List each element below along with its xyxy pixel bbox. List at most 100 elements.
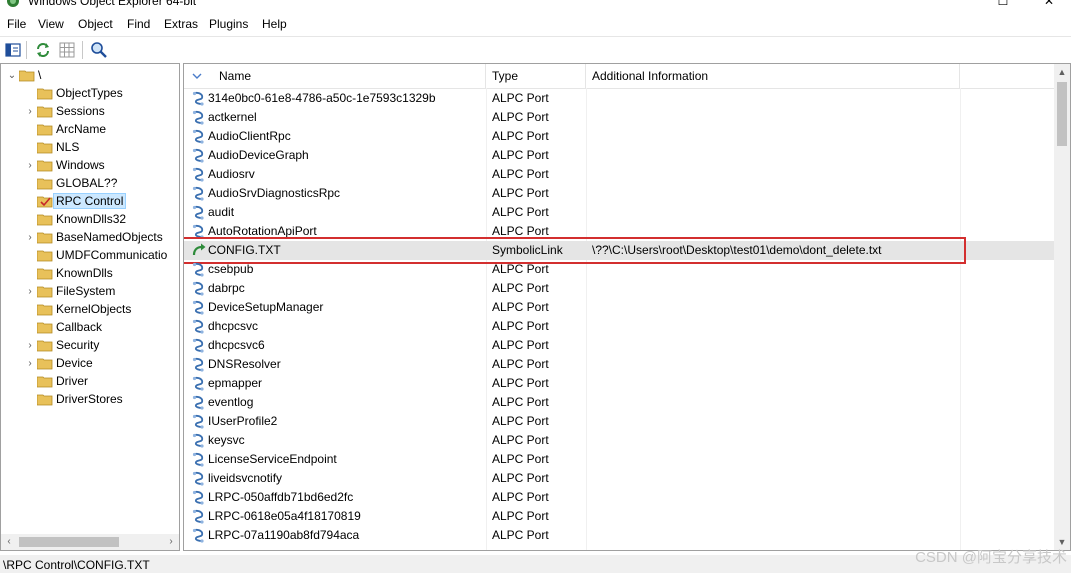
folder-open-icon: [19, 70, 35, 82]
tree-item-label: ObjectTypes: [56, 86, 123, 100]
grid-view-icon[interactable]: [58, 41, 76, 59]
folder-icon: [37, 394, 53, 406]
row-name: eventlog: [208, 395, 254, 409]
table-row[interactable]: liveidsvcnotify ALPC Port: [184, 469, 1056, 488]
tree-item-label: GLOBAL??: [56, 176, 118, 190]
toolbar-separator: [82, 41, 83, 59]
row-type: ALPC Port: [492, 357, 549, 371]
refresh-icon[interactable]: [34, 41, 52, 59]
tree-item-label: Device: [56, 356, 93, 370]
object-list[interactable]: Name Type Additional Information 314e0bc…: [183, 63, 1071, 551]
table-row[interactable]: AudioClientRpc ALPC Port: [184, 127, 1056, 146]
table-row[interactable]: LRPC-050affdb71bd6ed2fc ALPC Port: [184, 488, 1056, 507]
scroll-up-icon[interactable]: ▲: [1054, 64, 1070, 80]
menu-object[interactable]: Object: [78, 17, 113, 31]
menu-view[interactable]: View: [38, 17, 64, 31]
row-type: ALPC Port: [492, 509, 549, 523]
column-type[interactable]: Type: [486, 64, 586, 88]
menu-extras[interactable]: Extras: [164, 17, 198, 31]
tree-item-label: FileSystem: [56, 284, 116, 298]
expand-chevron-icon[interactable]: ›: [25, 232, 35, 244]
maximize-button[interactable]: ☐: [983, 0, 1023, 8]
status-bar: \RPC Control\CONFIG.TXT: [0, 555, 1071, 573]
tree-item-label: KernelObjects: [56, 302, 132, 316]
tree-item-label: Sessions: [56, 104, 105, 118]
table-row[interactable]: epmapper ALPC Port: [184, 374, 1056, 393]
row-name: LRPC-0618e05a4f18170819: [208, 509, 361, 523]
table-row[interactable]: actkernel ALPC Port: [184, 108, 1056, 127]
tree-root-label: \: [38, 68, 42, 82]
row-name: IUserProfile2: [208, 414, 278, 428]
table-row[interactable]: csebpub ALPC Port: [184, 260, 1056, 279]
row-type: ALPC Port: [492, 338, 549, 352]
folder-icon: [37, 340, 53, 352]
table-row[interactable]: AudioDeviceGraph ALPC Port: [184, 146, 1056, 165]
table-row[interactable]: dhcpcsvc ALPC Port: [184, 317, 1056, 336]
scroll-left-icon[interactable]: ‹: [1, 534, 17, 550]
expand-chevron-icon[interactable]: ›: [25, 160, 35, 172]
alpc-port-icon: [192, 186, 204, 201]
collapse-chevron-icon[interactable]: ⌄: [7, 70, 17, 82]
row-type: ALPC Port: [492, 452, 549, 466]
row-type: ALPC Port: [492, 224, 549, 238]
alpc-port-icon: [192, 338, 204, 353]
properties-icon[interactable]: [4, 41, 22, 59]
row-type: ALPC Port: [492, 262, 549, 276]
expand-chevron-icon[interactable]: ›: [25, 106, 35, 118]
table-row[interactable]: dabrpc ALPC Port: [184, 279, 1056, 298]
row-name: DNSResolver: [208, 357, 281, 371]
row-type: ALPC Port: [492, 91, 549, 105]
title-bar: Windows Object Explorer 64-bit ☐ ✕: [0, 0, 1071, 13]
tree-item-label: DriverStores: [56, 392, 123, 406]
row-type: ALPC Port: [492, 281, 549, 295]
table-row[interactable]: 314e0bc0-61e8-4786-a50c-1e7593c1329b ALPC…: [184, 89, 1056, 108]
tree-item-label: NLS: [56, 140, 80, 154]
table-row[interactable]: keysvc ALPC Port: [184, 431, 1056, 450]
table-row[interactable]: LRPC-0618e05a4f18170819 ALPC Port: [184, 507, 1056, 526]
column-additional-information[interactable]: Additional Information: [586, 64, 960, 88]
close-button[interactable]: ✕: [1029, 0, 1069, 8]
alpc-port-icon: [192, 129, 204, 144]
table-row[interactable]: AudioSrvDiagnosticsRpc ALPC Port: [184, 184, 1056, 203]
alpc-port-icon: [192, 395, 204, 410]
table-row[interactable]: IUserProfile2 ALPC Port: [184, 412, 1056, 431]
list-header: Name Type Additional Information: [184, 64, 1056, 89]
menu-help[interactable]: Help: [262, 17, 287, 31]
object-tree[interactable]: ⌄ \ ObjectTypes › Sessions ArcName NLS › Windo…: [0, 63, 180, 551]
table-row[interactable]: Audiosrv ALPC Port: [184, 165, 1056, 184]
tree-item-label: ArcName: [56, 122, 107, 136]
scroll-thumb[interactable]: [1057, 82, 1067, 146]
folder-icon: [37, 178, 53, 190]
table-row[interactable]: dhcpcsvc6 ALPC Port: [184, 336, 1056, 355]
expand-chevron-icon[interactable]: ›: [25, 340, 35, 352]
toolbar-separator: [26, 41, 27, 59]
sort-arrow-icon: [192, 73, 202, 79]
row-name: LRPC-050affdb71bd6ed2fc: [208, 490, 354, 504]
table-row[interactable]: DeviceSetupManager ALPC Port: [184, 298, 1056, 317]
expand-chevron-icon[interactable]: ›: [25, 358, 35, 370]
table-row[interactable]: eventlog ALPC Port: [184, 393, 1056, 412]
status-path: \RPC Control\CONFIG.TXT: [3, 558, 150, 572]
table-row[interactable]: LRPC-07a1190ab8fd794aca ALPC Port: [184, 526, 1056, 545]
table-row[interactable]: LicenseServiceEndpoint ALPC Port: [184, 450, 1056, 469]
folder-icon: [37, 286, 53, 298]
search-icon[interactable]: [90, 41, 108, 59]
expand-chevron-icon[interactable]: ›: [25, 286, 35, 298]
folder-checked-icon: [37, 196, 53, 208]
table-row[interactable]: DNSResolver ALPC Port: [184, 355, 1056, 374]
row-type: ALPC Port: [492, 186, 549, 200]
scroll-right-icon[interactable]: ›: [163, 534, 179, 550]
alpc-port-icon: [192, 167, 204, 182]
table-row[interactable]: CONFIG.TXT SymbolicLink \??\C:\Users\root\…: [184, 237, 1056, 264]
menu-file[interactable]: File: [7, 17, 26, 31]
list-vertical-scrollbar[interactable]: ▲ ▼: [1054, 64, 1070, 550]
table-row[interactable]: audit ALPC Port: [184, 203, 1056, 222]
row-type: ALPC Port: [492, 205, 549, 219]
folder-icon: [37, 322, 53, 334]
alpc-port-icon: [192, 110, 204, 125]
tree-horizontal-scrollbar[interactable]: ‹ ›: [1, 534, 179, 550]
menu-find[interactable]: Find: [127, 17, 150, 31]
scroll-thumb[interactable]: [19, 537, 119, 547]
column-name[interactable]: Name: [184, 64, 486, 88]
menu-plugins[interactable]: Plugins: [209, 17, 248, 31]
